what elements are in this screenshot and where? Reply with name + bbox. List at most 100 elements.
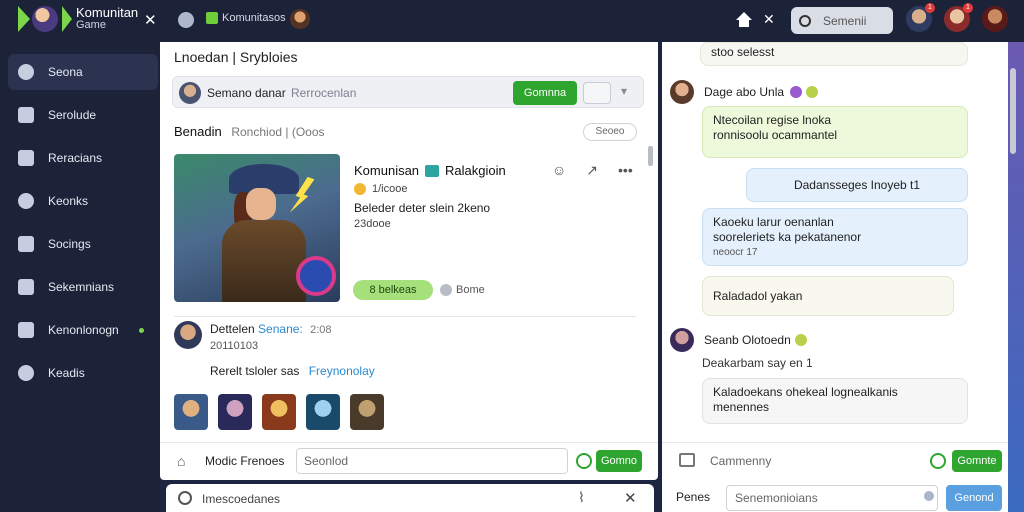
post-tag-button[interactable]: 8 belkeas (353, 280, 433, 300)
post-secondary-tag[interactable]: Bome (440, 284, 485, 296)
notification-badge: 1 (925, 3, 935, 13)
check-icon[interactable] (576, 453, 592, 469)
post-image[interactable] (174, 154, 340, 302)
grid-icon (18, 279, 34, 295)
hero-thumbnail[interactable] (350, 394, 384, 430)
hero-thumbnail[interactable] (218, 394, 252, 430)
image-upload-icon[interactable] (583, 82, 611, 104)
tab-label: Komunitasos (222, 12, 286, 24)
search-icon (799, 14, 811, 27)
hero-thumbnail[interactable] (306, 394, 340, 430)
chat-scrollbar[interactable] (1008, 42, 1024, 512)
message-line: sooreleriets ka pekatanenor (713, 230, 862, 244)
section-title: Benadin (174, 124, 222, 139)
avatar[interactable] (670, 328, 694, 352)
share-icon[interactable]: ↗ (586, 162, 598, 179)
compose-submit-button[interactable]: Gomnna (513, 81, 577, 105)
sidebar-item-label: Keadis (48, 366, 85, 380)
chevron-down-icon[interactable]: ▾ (621, 84, 627, 98)
divider (174, 316, 636, 317)
chat-message: Dadansseges Inoyeb t1 (746, 168, 968, 202)
sender-name: Dage abo Unla (704, 85, 785, 99)
chat-input[interactable]: Cammenny (710, 454, 771, 468)
sidebar-item-games[interactable]: Sekemnians (8, 269, 158, 305)
comment-author: Dettelen Senane: 2:08 (210, 322, 332, 336)
comment-author-name: Dettelen (210, 322, 255, 336)
compose-input[interactable]: Rerrocenlan (291, 86, 356, 100)
check-icon[interactable] (930, 453, 946, 469)
chat-footer-button[interactable]: Genond (946, 485, 1002, 511)
more-icon[interactable]: ••• (618, 162, 633, 179)
search-placeholder: Semenii (823, 13, 867, 28)
comment-body: Rerelt tsloler sas (210, 364, 300, 378)
close-icon[interactable]: ✕ (624, 489, 637, 507)
home-icon[interactable] (736, 12, 752, 28)
chart-icon (18, 107, 34, 123)
sidebar-item-friends[interactable]: Reracians (8, 140, 158, 176)
comment-sub: 20110103 (210, 340, 259, 352)
chat-sender: Dage abo Unla (670, 80, 819, 104)
post-title-text: Komunisan (354, 163, 420, 178)
settings-icon[interactable] (178, 491, 192, 505)
chat-footer-input[interactable]: Senemonioians (726, 485, 938, 511)
logo-mark-icon (18, 6, 30, 32)
sidebar-item-stats[interactable]: Serolude (8, 97, 158, 133)
reply-input[interactable]: Seonlod (296, 448, 568, 474)
chat-message: Deakarbam say en 1 (702, 356, 813, 370)
reply-submit-button[interactable]: Gomno (596, 450, 642, 472)
puzzle-icon[interactable] (178, 12, 194, 28)
hero-thumbnail[interactable] (174, 394, 208, 430)
comment-mention-link[interactable]: Freynonolay (309, 364, 375, 378)
avatar[interactable]: 1 (906, 3, 935, 32)
chat-message: stoo selesst (700, 42, 968, 66)
sidebar-item-label: Keonks (48, 194, 89, 208)
chat-message: Kaoeku larur oenanlan sooreleriets ka pe… (702, 208, 968, 266)
sidebar-item-label: Serolude (48, 108, 97, 122)
sidebar-item-home[interactable]: Seona (8, 54, 158, 90)
top-bar: Komunitan Game ✕ Komunitasos ✕ Semenii 1… (0, 0, 1024, 42)
game-icon (425, 164, 440, 177)
avatar[interactable] (174, 321, 202, 349)
post-title-text-2: Ralakgioin (445, 163, 506, 178)
comment-text: Rerelt tsloler sas Freynonolay (210, 364, 375, 378)
tab-komunitas[interactable]: Komunitasos (206, 12, 286, 24)
info-icon[interactable] (924, 491, 934, 501)
avatar (179, 82, 201, 104)
sidebar-item-events[interactable]: Kenonlonogn (8, 312, 158, 348)
image-icon[interactable] (679, 453, 695, 467)
chat-send-button[interactable]: Gomnte (952, 450, 1002, 472)
search-input[interactable]: Semenii (791, 7, 893, 34)
sidebar-item-settings[interactable]: Socings (8, 226, 158, 262)
emoji-icon (790, 86, 803, 98)
chat-footer: Penes Senemonioians Genond (662, 482, 1008, 512)
scrollbar[interactable] (648, 146, 653, 166)
post-title[interactable]: Komunisan Ralakgioin (354, 163, 506, 178)
section-more-button[interactable]: Seoeo (583, 123, 637, 141)
avatar[interactable] (982, 6, 1008, 32)
sidebar-item-search[interactable]: Keadis (8, 355, 158, 391)
brand-title: Komunitan (76, 5, 139, 20)
brand-text: Komunitan Game (76, 5, 139, 31)
hero-thumbnail[interactable] (262, 394, 296, 430)
close-icon[interactable]: ✕ (763, 11, 775, 28)
bottom-bar-input[interactable]: Imescoedanes (202, 492, 280, 506)
reply-bar: ⌂ Modic Frenoes Seonlod Gomno (160, 442, 658, 480)
brand[interactable]: Komunitan Game (18, 6, 138, 32)
bottom-bar: Imescoedanes ⌇ ✕ (166, 484, 654, 512)
comment-author-tag[interactable]: Senane: (258, 322, 303, 336)
post-date: 23dooe (354, 218, 391, 230)
close-icon[interactable]: ✕ (144, 11, 157, 29)
post-meta: 1/icooe (354, 183, 407, 195)
attach-icon[interactable]: ⌇ (578, 489, 585, 506)
notification-badge: 1 (963, 3, 973, 13)
react-icon[interactable]: ☺ (552, 162, 566, 179)
avatar[interactable] (290, 9, 310, 29)
sidebar-item-messages[interactable]: Keonks (8, 183, 158, 219)
logo-avatar (32, 6, 58, 32)
home-icon[interactable]: ⌂ (177, 453, 185, 469)
sidebar-item-label: Seona (48, 65, 83, 79)
message-meta: neoocr 17 (713, 247, 758, 258)
scrollbar-thumb[interactable] (1010, 68, 1016, 154)
avatar[interactable] (670, 80, 694, 104)
avatar[interactable]: 1 (944, 3, 973, 32)
